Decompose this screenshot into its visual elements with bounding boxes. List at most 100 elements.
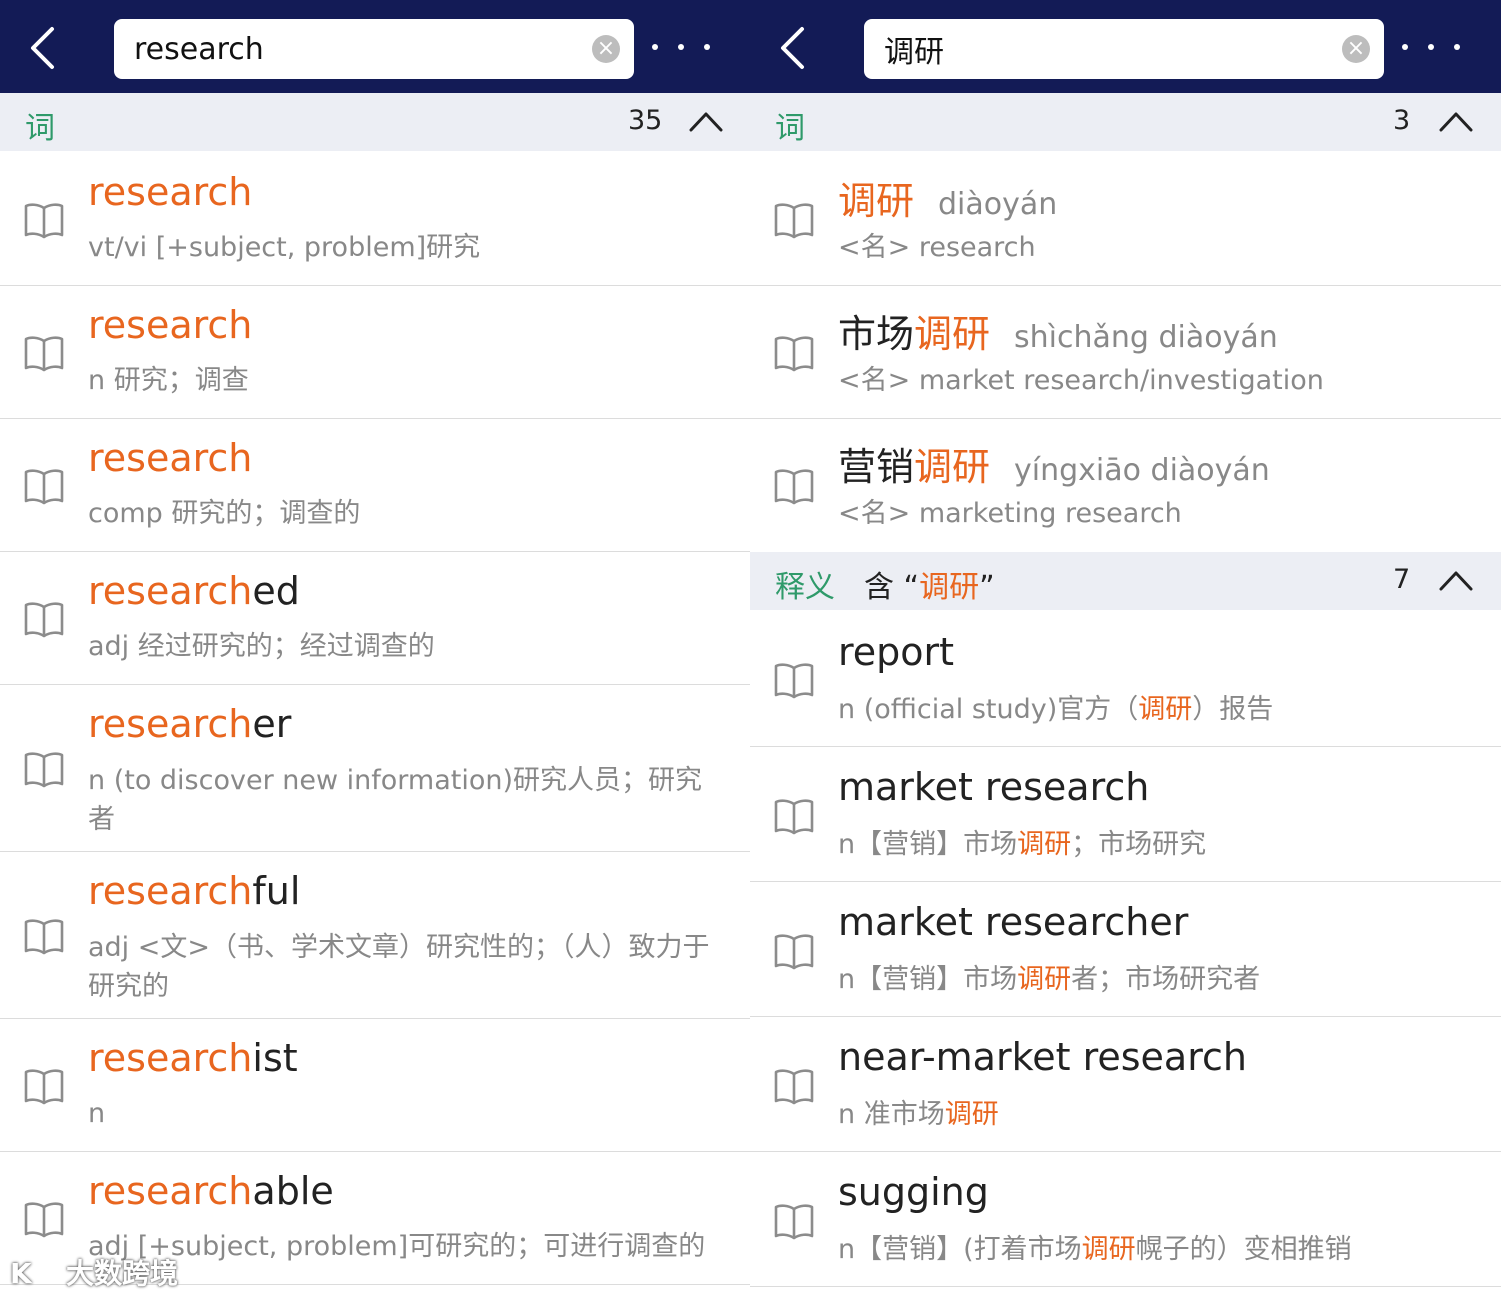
- back-button[interactable]: [22, 18, 74, 76]
- section-label: 释义: [775, 570, 835, 605]
- definition: adj <文>（书、学术文章）研究性的；（人）致力于研究的: [88, 932, 710, 1002]
- book-icon: [773, 1200, 815, 1242]
- search-box: ×: [114, 19, 634, 79]
- headword: researcher: [88, 702, 291, 746]
- entry-row[interactable]: market research n【营销】市场调研；市场研究: [750, 747, 1501, 882]
- book-icon: [773, 465, 815, 507]
- headword: market researcher: [838, 900, 1189, 944]
- definition-prefix: n (official study)官方（: [838, 694, 1139, 725]
- chevron-left-icon: [781, 27, 804, 69]
- headword: research: [88, 303, 252, 347]
- section-count: 35: [628, 105, 663, 136]
- definition-suffix: 幌子的）变相推销: [1135, 1234, 1352, 1265]
- definition: vt/vi [+subject, problem]研究: [88, 232, 481, 263]
- headword: 市场调研 shìchǎng diàoyán: [838, 303, 1278, 358]
- entry-row[interactable]: market researcher n【营销】市场调研者；市场研究者: [750, 882, 1501, 1017]
- more-options-button[interactable]: [1398, 30, 1470, 66]
- section-description: 含 “调研”: [864, 562, 995, 606]
- book-icon: [773, 199, 815, 241]
- entry-row[interactable]: researched adj 经过研究的；经过调查的: [0, 552, 750, 685]
- book-icon: [773, 332, 815, 374]
- headword-stem: research: [88, 436, 253, 480]
- definition: n: [88, 1098, 106, 1129]
- headword: researchful: [88, 869, 300, 913]
- book-icon: [773, 930, 815, 972]
- clear-icon[interactable]: ×: [1342, 35, 1370, 63]
- chevron-left-icon: [31, 27, 54, 69]
- headword-suffix: er: [252, 702, 292, 746]
- headword: research: [88, 436, 252, 480]
- chevron-up-icon[interactable]: [1438, 568, 1474, 592]
- entry-row[interactable]: near-market research n 准市场调研: [750, 1017, 1501, 1152]
- more-options-button[interactable]: [648, 30, 720, 66]
- headword-stem: research: [88, 569, 253, 613]
- book-icon: [773, 795, 815, 837]
- book-icon: [773, 1065, 815, 1107]
- entry-row[interactable]: researchist n: [0, 1019, 750, 1152]
- section-count: 7: [1393, 564, 1411, 595]
- book-icon: [23, 915, 65, 957]
- definition: n (to discover new information)研究人员；研究者: [88, 765, 703, 835]
- top-bar: ×: [0, 0, 750, 93]
- headword: near-market research: [838, 1035, 1247, 1079]
- definition: <名> market research/investigation: [838, 365, 1324, 396]
- book-icon: [23, 199, 65, 241]
- section-count: 3: [1393, 105, 1411, 136]
- definition: n 研究；调查: [88, 365, 249, 396]
- chevron-up-icon[interactable]: [688, 109, 724, 133]
- headword: research: [88, 170, 252, 214]
- headword: researched: [88, 569, 300, 613]
- entry-row[interactable]: researchful adj <文>（书、学术文章）研究性的；（人）致力于研究的: [0, 852, 750, 1019]
- definition: n (official study)官方（调研）报告: [838, 690, 1478, 729]
- definition-highlight: 调研: [1017, 964, 1072, 995]
- section-desc-prefix: 含 “: [864, 570, 920, 605]
- search-input[interactable]: [134, 19, 574, 79]
- headword: researchable: [88, 1169, 334, 1213]
- definition-suffix: ）报告: [1192, 694, 1274, 725]
- chevron-up-icon[interactable]: [1438, 109, 1474, 133]
- book-icon: [23, 465, 65, 507]
- definition-suffix: ；市场研究: [1071, 829, 1207, 860]
- headword-stem: research: [88, 1036, 253, 1080]
- entry-row[interactable]: sugging n【营销】(打着市场调研幌子的）变相推销: [750, 1152, 1501, 1287]
- definition: n【营销】市场调研；市场研究: [838, 825, 1478, 864]
- entry-row[interactable]: researcher n (to discover new information…: [0, 685, 750, 852]
- headword-stem: research: [88, 702, 253, 746]
- entry-row[interactable]: 调研 diàoyán <名> research: [750, 151, 1501, 286]
- headword-suffix: able: [252, 1169, 334, 1213]
- headword: sugging: [838, 1170, 989, 1214]
- watermark-text: 大数跨境: [66, 1257, 179, 1290]
- entry-row[interactable]: research n 研究；调查: [0, 286, 750, 419]
- entry-row[interactable]: research vt/vi [+subject, problem]研究: [0, 151, 750, 286]
- search-input[interactable]: [884, 19, 1324, 79]
- search-box: ×: [864, 19, 1384, 79]
- definition-prefix: n【营销】市场: [838, 964, 1018, 995]
- headword-stem: research: [88, 869, 253, 913]
- definition-prefix: n【营销】(打着市场: [838, 1234, 1082, 1265]
- section-label: 词: [25, 111, 55, 146]
- section-header-words: 词 35: [0, 93, 750, 151]
- entry-row[interactable]: report n (official study)官方（调研）报告: [750, 610, 1501, 747]
- pinyin: shìchǎng diàoyán: [1014, 320, 1278, 355]
- headword-highlight: 调研: [914, 312, 991, 356]
- definition: adj [+subject, problem]可研究的；可进行调查的: [88, 1231, 706, 1262]
- headword-prefix: 市场: [838, 312, 915, 356]
- definition-suffix: 者；市场研究者: [1071, 964, 1261, 995]
- pinyin: diàoyán: [938, 187, 1058, 222]
- definition: <名> research: [838, 232, 1036, 263]
- headword: researchist: [88, 1036, 298, 1080]
- back-button[interactable]: [772, 18, 824, 76]
- book-icon: [23, 1065, 65, 1107]
- headword: 调研 diàoyán: [838, 170, 1057, 225]
- headword-highlight: 调研: [838, 179, 915, 223]
- entry-row[interactable]: 营销调研 yíngxiāo diàoyán <名> marketing resear…: [750, 419, 1501, 552]
- headword-stem: research: [88, 1169, 253, 1213]
- entry-row[interactable]: 市场调研 shìchǎng diàoyán <名> market research/…: [750, 286, 1501, 419]
- entry-row[interactable]: research comp 研究的；调查的: [0, 419, 750, 552]
- headword-suffix: ed: [252, 569, 300, 613]
- definition: comp 研究的；调查的: [88, 498, 361, 529]
- headword: 营销调研 yíngxiāo diàoyán: [838, 436, 1270, 491]
- book-icon: [23, 332, 65, 374]
- section-label: 词: [775, 111, 805, 146]
- clear-icon[interactable]: ×: [592, 35, 620, 63]
